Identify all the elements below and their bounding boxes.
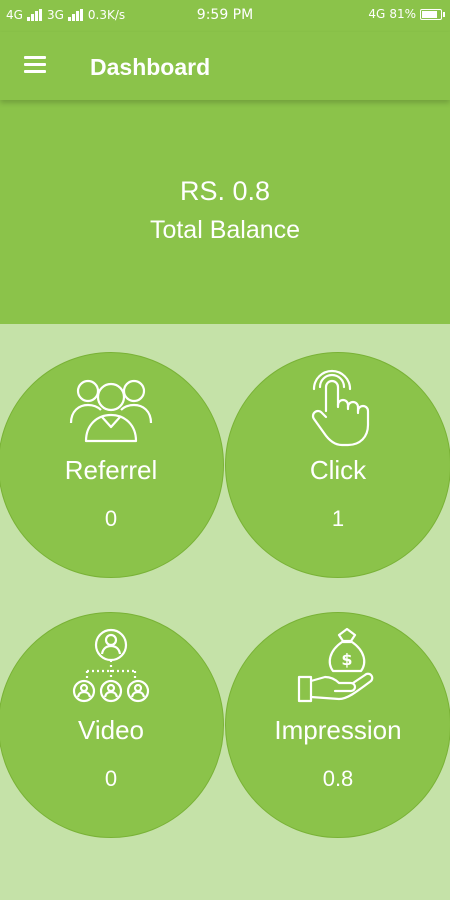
referral-label: Referrel — [64, 455, 158, 485]
video-label: Video — [77, 715, 145, 745]
app-bar: Dashboard — [0, 32, 450, 100]
balance-label: Total Balance — [149, 216, 301, 244]
battery-icon — [420, 8, 445, 20]
impression-tile[interactable]: $ Impression 0.8 — [225, 612, 450, 838]
money-bag-hand-icon: $ — [297, 627, 374, 703]
referral-tile[interactable]: Referrel 0 — [0, 352, 224, 578]
battery-percent: 81% — [389, 7, 416, 21]
users-group-icon — [69, 379, 153, 443]
page-title: Dashboard — [90, 54, 211, 80]
click-label: Click — [309, 455, 367, 485]
click-tile[interactable]: Click 1 — [225, 352, 450, 578]
network-badge: 4G — [368, 7, 386, 21]
user-network-icon — [72, 628, 150, 703]
impression-label: Impression — [274, 715, 402, 745]
balance-panel: RS. 0.8 Total Balance — [0, 100, 450, 324]
status-bar: 4G 3G 0.3K/s 9:59 PM 4G 81% — [0, 0, 450, 32]
video-tile[interactable]: Video 0 — [0, 612, 224, 838]
hand-tap-icon — [311, 369, 370, 447]
status-right: 4G 81% — [368, 7, 445, 21]
video-value: 0 — [104, 766, 118, 791]
referral-value: 0 — [104, 506, 118, 531]
svg-text:$: $ — [341, 650, 352, 669]
hamburger-menu-icon[interactable] — [18, 50, 52, 82]
balance-amount: RS. 0.8 — [179, 176, 271, 206]
click-value: 1 — [331, 506, 345, 531]
impression-value: 0.8 — [322, 766, 354, 791]
